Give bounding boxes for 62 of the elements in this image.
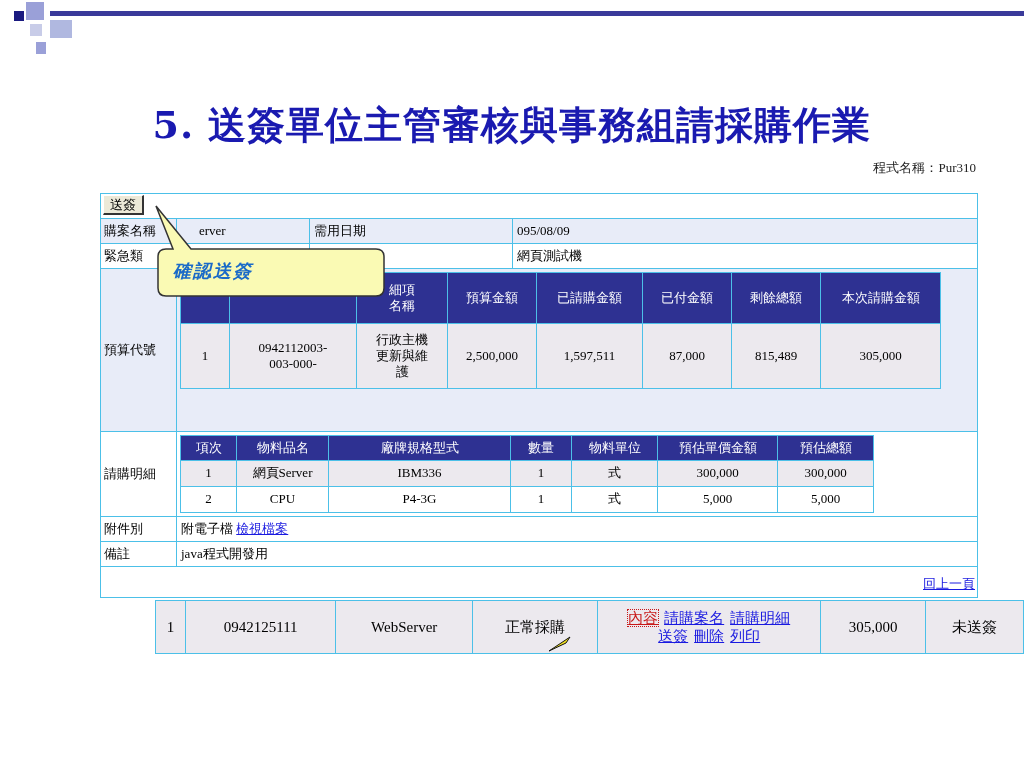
column-header: 預算金額 xyxy=(447,272,537,324)
table-cell: IBM336 xyxy=(328,460,511,487)
column-header: 預估單價金額 xyxy=(657,435,778,461)
action-link[interactable]: 請購明細 xyxy=(730,610,791,626)
column-header: 已請購金額 xyxy=(536,272,643,324)
field-label: 附件別 xyxy=(104,520,143,538)
table-cell: 815,489 xyxy=(731,323,821,389)
slide-title: 5. 送簽單位主管審核與事務組請採購作業 xyxy=(151,101,873,149)
table-cell: 305,000 xyxy=(820,600,926,654)
table-cell: 式 xyxy=(571,460,658,487)
send-button[interactable]: 送簽 xyxy=(103,195,144,215)
action-link[interactable]: 送簽 xyxy=(658,628,689,644)
column-header: 預估總額 xyxy=(777,435,874,461)
action-link[interactable]: 內容 xyxy=(628,610,659,626)
table-cell: 300,000 xyxy=(777,460,874,487)
table-cell: 未送簽 xyxy=(925,600,1024,654)
field-value: java程式開發用 xyxy=(181,545,268,563)
pen-cursor-icon xyxy=(548,636,572,652)
table-cell: CPU xyxy=(236,486,329,513)
table-cell: 5,000 xyxy=(777,486,874,513)
field-label: 緊急類 xyxy=(104,247,143,265)
table-cell: 0942112003- 003-000- xyxy=(229,323,357,389)
column-header: 項次 xyxy=(180,435,237,461)
table-cell: 行政主機 更新與維 護 xyxy=(356,323,448,389)
table-cell: 1 xyxy=(180,323,230,389)
field-label: 請購明細 xyxy=(104,465,156,483)
column-header: 廠牌規格型式 xyxy=(328,435,511,461)
table-cell: 2,500,000 xyxy=(447,323,537,389)
table-cell: 2 xyxy=(180,486,237,513)
field-label: 預算代號 xyxy=(104,341,156,359)
column-header: 本次請購金額 xyxy=(820,272,941,324)
action-link[interactable]: 列印 xyxy=(730,628,761,644)
column-header: 數量 xyxy=(510,435,572,461)
table-cell: 1 xyxy=(155,600,186,654)
table-cell: 1,597,511 xyxy=(536,323,643,389)
table-cell: 0942125111 xyxy=(185,600,336,654)
field-label: 備註 xyxy=(104,545,130,563)
table-cell: P4-3G xyxy=(328,486,511,513)
back-link[interactable]: 回上一頁 xyxy=(923,575,975,593)
action-link[interactable]: 刪除 xyxy=(694,628,725,644)
column-header: 剩餘總額 xyxy=(731,272,821,324)
table-cell: 300,000 xyxy=(657,460,778,487)
column-header: 物料品名 xyxy=(236,435,329,461)
table-cell: 5,000 xyxy=(657,486,778,513)
field-value: 網頁測試機 xyxy=(517,247,582,265)
table-cell: 網頁Server xyxy=(236,460,329,487)
field-value: 附電子檔 xyxy=(181,520,233,538)
table-cell: 式 xyxy=(571,486,658,513)
column-header: 已付金額 xyxy=(642,272,732,324)
table-cell: WebServer xyxy=(335,600,473,654)
field-value: erver xyxy=(199,223,226,239)
column-header: 物料單位 xyxy=(571,435,658,461)
callout-text: 確認送簽 xyxy=(173,260,253,283)
field-label: 購案名稱 xyxy=(104,222,156,240)
program-name: 程式名稱：Pur310 xyxy=(873,161,976,175)
view-file-link[interactable]: 檢視檔案 xyxy=(236,520,289,538)
field-value: 095/08/09 xyxy=(517,223,570,239)
table-cell: 87,000 xyxy=(642,323,732,389)
table-cell: 305,000 xyxy=(820,323,941,389)
field-label: 需用日期 xyxy=(314,222,366,240)
action-link[interactable]: 請購案名 xyxy=(664,610,725,626)
table-cell: 1 xyxy=(180,460,237,487)
